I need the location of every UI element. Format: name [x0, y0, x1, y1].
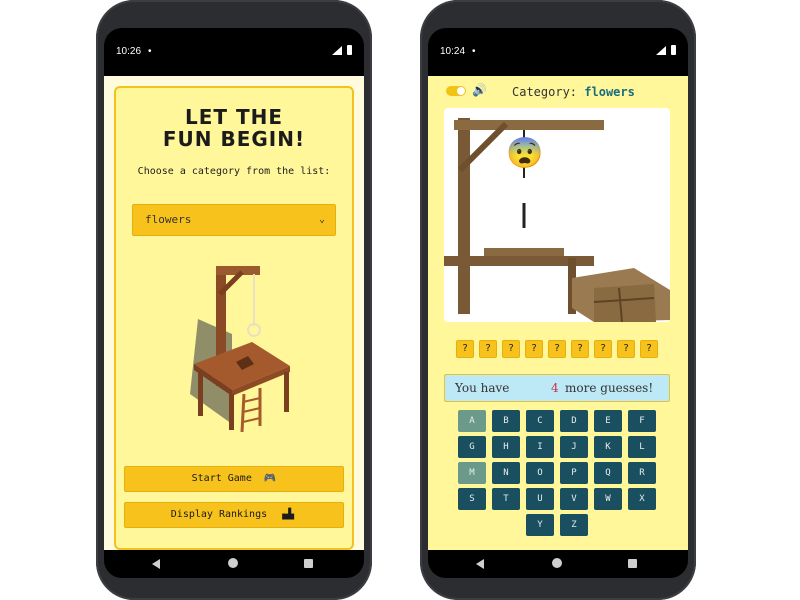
battery-icon — [671, 45, 676, 55]
category-heading: Category: flowers — [512, 85, 635, 99]
nav-bar — [428, 550, 688, 578]
hidden-letter: ? — [571, 340, 589, 358]
hidden-letter: ? — [617, 340, 635, 358]
chevron-down-icon: ⌄ — [318, 214, 325, 225]
signal-icon — [332, 46, 342, 55]
back-icon[interactable] — [476, 559, 484, 569]
toggle-knob — [457, 87, 465, 95]
recent-apps-icon[interactable] — [628, 559, 637, 568]
recent-apps-icon[interactable] — [304, 559, 313, 568]
key-b[interactable]: B — [492, 410, 520, 432]
key-m[interactable]: M — [458, 462, 486, 484]
key-f[interactable]: F — [628, 410, 656, 432]
key-t[interactable]: T — [492, 488, 520, 510]
gallows-illustration — [190, 266, 290, 433]
home-icon[interactable] — [552, 558, 562, 568]
gallows-scene-illustration — [444, 118, 670, 323]
category-label: Category: — [512, 85, 578, 99]
status-bar: 10:24 • — [428, 38, 688, 64]
key-s[interactable]: S — [458, 488, 486, 510]
guesses-prefix: You have — [455, 381, 510, 395]
left-phone: 10:26 • LET THE FUN BEGIN! Choose a cate… — [96, 0, 372, 600]
status-bar: 10:26 • — [104, 38, 364, 64]
podium-icon: ▗▟▖ — [279, 509, 298, 520]
guesses-suffix: more guesses! — [565, 381, 654, 395]
key-n[interactable]: N — [492, 462, 520, 484]
sound-toggle[interactable] — [446, 86, 466, 96]
key-v[interactable]: V — [560, 488, 588, 510]
face-emoji: 😨 — [506, 136, 544, 171]
key-q[interactable]: Q — [594, 462, 622, 484]
display-rankings-label: Display Rankings — [170, 509, 268, 520]
key-d[interactable]: D — [560, 410, 588, 432]
game-view: 🔊 Category: flowers 😨 ? ? ? ? ? ? ? ? ? … — [428, 76, 688, 550]
category-prompt: Choose a category from the list: — [137, 166, 331, 177]
hidden-letter: ? — [479, 340, 497, 358]
title-text: LET THE FUN BEGIN! — [162, 105, 306, 151]
category-select[interactable]: flowers ⌄ — [132, 204, 336, 236]
right-phone: 10:24 • 🔊 Category: flowers 😨 ? ? ? ? ? … — [420, 0, 696, 600]
battery-icon — [347, 45, 352, 55]
key-u[interactable]: U — [526, 488, 554, 510]
speaker-icon: 🔊 — [472, 83, 487, 97]
status-time: 10:24 — [440, 46, 466, 57]
key-g[interactable]: G — [458, 436, 486, 458]
hangman-scene: 😨 — [444, 108, 670, 323]
key-x[interactable]: X — [628, 488, 656, 510]
start-game-label: Start Game — [191, 473, 252, 484]
gamepad-icon: 🎮 — [263, 473, 277, 484]
key-a[interactable]: A — [458, 410, 486, 432]
key-c[interactable]: C — [526, 410, 554, 432]
hidden-letter: ? — [456, 340, 474, 358]
category-select-value: flowers — [145, 213, 192, 226]
status-time: 10:26 — [116, 46, 142, 57]
key-r[interactable]: R — [628, 462, 656, 484]
page-title: LET THE FUN BEGIN! — [116, 106, 352, 150]
key-l[interactable]: L — [628, 436, 656, 458]
key-w[interactable]: W — [594, 488, 622, 510]
key-k[interactable]: K — [594, 436, 622, 458]
hidden-letter: ? — [525, 340, 543, 358]
hidden-letter: ? — [640, 340, 658, 358]
home-view: LET THE FUN BEGIN! Choose a category fro… — [104, 76, 364, 550]
key-y[interactable]: Y — [526, 514, 554, 536]
back-icon[interactable] — [152, 559, 160, 569]
key-i[interactable]: I — [526, 436, 554, 458]
hidden-letter: ? — [594, 340, 612, 358]
hidden-letter: ? — [502, 340, 520, 358]
key-z[interactable]: Z — [560, 514, 588, 536]
status-dot: • — [472, 46, 476, 57]
nav-bar — [104, 550, 364, 578]
display-rankings-button[interactable]: Display Rankings ▗▟▖ — [124, 502, 344, 528]
key-e[interactable]: E — [594, 410, 622, 432]
home-card: LET THE FUN BEGIN! Choose a category fro… — [114, 86, 354, 550]
right-phone-screen: 10:24 • 🔊 Category: flowers 😨 ? ? ? ? ? … — [428, 28, 688, 578]
home-icon[interactable] — [228, 558, 238, 568]
hidden-word: ????????? — [456, 340, 658, 360]
key-h[interactable]: H — [492, 436, 520, 458]
left-phone-screen: 10:26 • LET THE FUN BEGIN! Choose a cate… — [104, 28, 364, 578]
status-dot: • — [148, 46, 152, 57]
key-j[interactable]: J — [560, 436, 588, 458]
guesses-count: 4 — [551, 381, 559, 395]
key-o[interactable]: O — [526, 462, 554, 484]
game-topbar: 🔊 Category: flowers — [446, 82, 676, 100]
guesses-remaining: You have 4 more guesses! — [444, 374, 670, 402]
category-value: flowers — [584, 85, 635, 99]
signal-icon — [656, 46, 666, 55]
start-game-button[interactable]: Start Game 🎮 — [124, 466, 344, 492]
key-p[interactable]: P — [560, 462, 588, 484]
hidden-letter: ? — [548, 340, 566, 358]
letter-keyboard: ABCDEF GHIJKL MNOPQR STUVWX YZ — [458, 410, 668, 550]
